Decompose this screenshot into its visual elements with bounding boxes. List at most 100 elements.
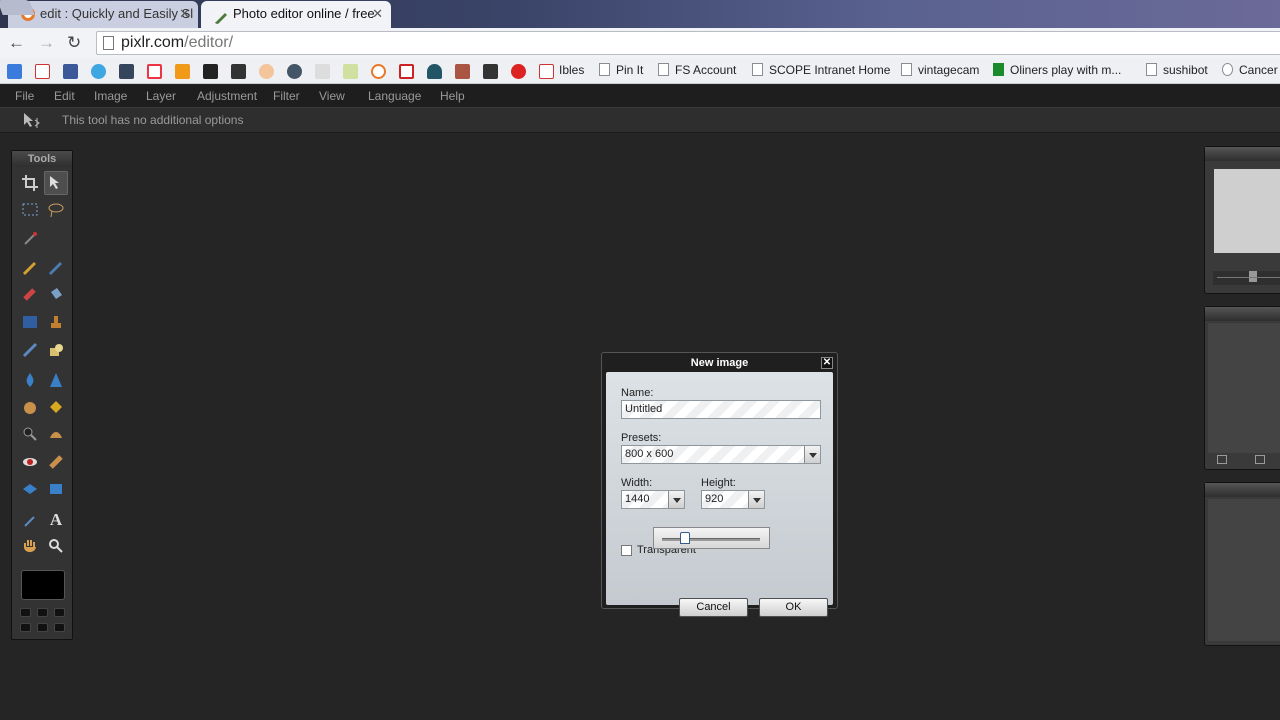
brush-tool-icon[interactable] (44, 256, 68, 280)
cancel-button[interactable]: Cancel (679, 598, 748, 617)
zoom-tool-icon[interactable] (44, 534, 68, 558)
transparent-checkbox[interactable] (621, 545, 632, 556)
marquee-tool-icon[interactable] (18, 198, 42, 222)
wand-tool-icon[interactable] (18, 226, 42, 250)
bloat-tool-icon[interactable] (18, 477, 42, 501)
gradient-tool-icon[interactable] (18, 310, 42, 334)
menu-adjustment[interactable]: Adjustment (197, 85, 257, 107)
color-picker-tool-icon[interactable] (18, 508, 42, 532)
chevron-down-icon[interactable] (668, 491, 684, 508)
layer-settings-icon[interactable] (1217, 455, 1227, 464)
blur-tool-icon[interactable] (18, 368, 42, 392)
app-icon[interactable] (343, 64, 358, 79)
close-icon[interactable]: ✕ (821, 357, 833, 369)
tool-option-swatch[interactable] (54, 608, 65, 617)
app-icon[interactable] (455, 64, 470, 79)
paint-bucket-tool-icon[interactable] (44, 282, 68, 306)
tool-option-swatch[interactable] (20, 623, 31, 632)
reload-icon[interactable]: ↻ (67, 34, 81, 52)
move-tool-icon[interactable] (44, 171, 68, 195)
red-eye-tool-icon[interactable] (18, 450, 42, 474)
tool-option-swatch[interactable] (20, 608, 31, 617)
eraser-tool-icon[interactable] (18, 282, 42, 306)
bookmark-scope-intranet[interactable]: SCOPE Intranet Home (752, 58, 890, 83)
bookmark-cancer[interactable]: Cancer (1222, 58, 1278, 83)
page-icon (658, 63, 669, 76)
tumblr-icon[interactable] (119, 64, 134, 79)
close-tab-icon[interactable]: ✕ (372, 1, 383, 26)
tool-option-swatch[interactable] (37, 608, 48, 617)
tool-option-swatch[interactable] (54, 623, 65, 632)
facebook-icon[interactable] (63, 64, 78, 79)
color-replace-tool-icon[interactable] (18, 338, 42, 362)
chevron-down-icon[interactable] (804, 446, 820, 463)
menu-language[interactable]: Language (368, 85, 421, 107)
crop-tool-icon[interactable] (18, 171, 42, 195)
calendar-icon[interactable] (203, 64, 218, 79)
menu-file[interactable]: File (15, 85, 34, 107)
back-arrow-icon[interactable]: ← (8, 34, 25, 52)
bookmark-ibles[interactable]: Ibles (559, 58, 584, 83)
instructables-icon[interactable] (371, 64, 386, 79)
burn-tool-icon[interactable] (44, 422, 68, 446)
navigator-preview (1214, 169, 1280, 253)
bookmark-vintagecam[interactable]: vintagecam (901, 58, 979, 83)
menu-filter[interactable]: Filter (273, 85, 300, 107)
name-input[interactable]: Untitled (621, 400, 821, 419)
app-icon[interactable] (259, 64, 274, 79)
lasso-tool-icon[interactable] (44, 198, 68, 222)
sharpen-tool-icon[interactable] (44, 368, 68, 392)
presets-select[interactable]: 800 x 600 (621, 445, 821, 464)
hand-tool-icon[interactable] (18, 534, 42, 558)
menu-edit[interactable]: Edit (54, 85, 75, 107)
menu-layer[interactable]: Layer (146, 85, 176, 107)
type-tool-icon[interactable]: A (44, 508, 68, 532)
height-value: 920 (705, 493, 723, 505)
height-input[interactable]: 920 (701, 490, 765, 509)
width-input[interactable]: 1440 (621, 490, 685, 509)
gmail-icon[interactable] (35, 64, 50, 79)
new-tab-button[interactable] (0, 0, 35, 15)
drawing-tool-icon[interactable] (44, 338, 68, 362)
spot-heal-tool-icon[interactable] (44, 450, 68, 474)
app-icon[interactable] (483, 64, 498, 79)
drops-icon[interactable] (427, 64, 442, 79)
width-slider-popup[interactable] (653, 527, 770, 549)
color-swatch[interactable] (21, 570, 65, 600)
browser-tab-instructables[interactable]: edit : Quickly and Easily Sl ✕ (8, 1, 198, 28)
bookmark-sushibot[interactable]: sushibot (1146, 58, 1208, 83)
zoom-slider[interactable] (1213, 271, 1280, 285)
address-bar[interactable]: pixlr.com/editor/ (96, 31, 1280, 55)
close-tab-icon[interactable]: ✕ (179, 1, 190, 26)
chevron-down-icon[interactable] (748, 491, 764, 508)
slider-thumb[interactable] (680, 532, 690, 544)
app-icon[interactable] (287, 64, 302, 79)
pencil-tool-icon[interactable] (18, 256, 42, 280)
menu-view[interactable]: View (319, 85, 345, 107)
gmail-icon[interactable] (539, 64, 554, 79)
google-plus-icon[interactable] (7, 64, 22, 79)
twitter-icon[interactable] (91, 64, 106, 79)
bookmark-pin-it[interactable]: Pin It (599, 58, 643, 83)
clone-stamp-tool-icon[interactable] (44, 310, 68, 334)
bug-icon[interactable] (511, 64, 526, 79)
bookmark-fs-account[interactable]: FS Account (658, 58, 736, 83)
sponge-tool-icon[interactable] (44, 395, 68, 419)
browser-tab-pixlr[interactable]: Photo editor online / free ✕ (201, 1, 391, 28)
menu-image[interactable]: Image (94, 85, 127, 107)
dir-icon[interactable] (315, 64, 330, 79)
layer-mask-icon[interactable] (1255, 455, 1265, 464)
pinch-tool-icon[interactable] (44, 477, 68, 501)
bookmark-app-icon[interactable] (147, 64, 162, 79)
dodge-tool-icon[interactable] (18, 422, 42, 446)
red-cross-icon[interactable] (399, 64, 414, 79)
forward-arrow-icon[interactable]: → (38, 34, 55, 52)
blogger-icon[interactable] (175, 64, 190, 79)
bookmark-oliners[interactable]: Oliners play with m... (993, 58, 1121, 83)
app-icon[interactable] (231, 64, 246, 79)
menu-help[interactable]: Help (440, 85, 465, 107)
smudge-tool-icon[interactable] (18, 395, 42, 419)
width-label: Width: (621, 477, 652, 489)
ok-button[interactable]: OK (759, 598, 828, 617)
tool-option-swatch[interactable] (37, 623, 48, 632)
